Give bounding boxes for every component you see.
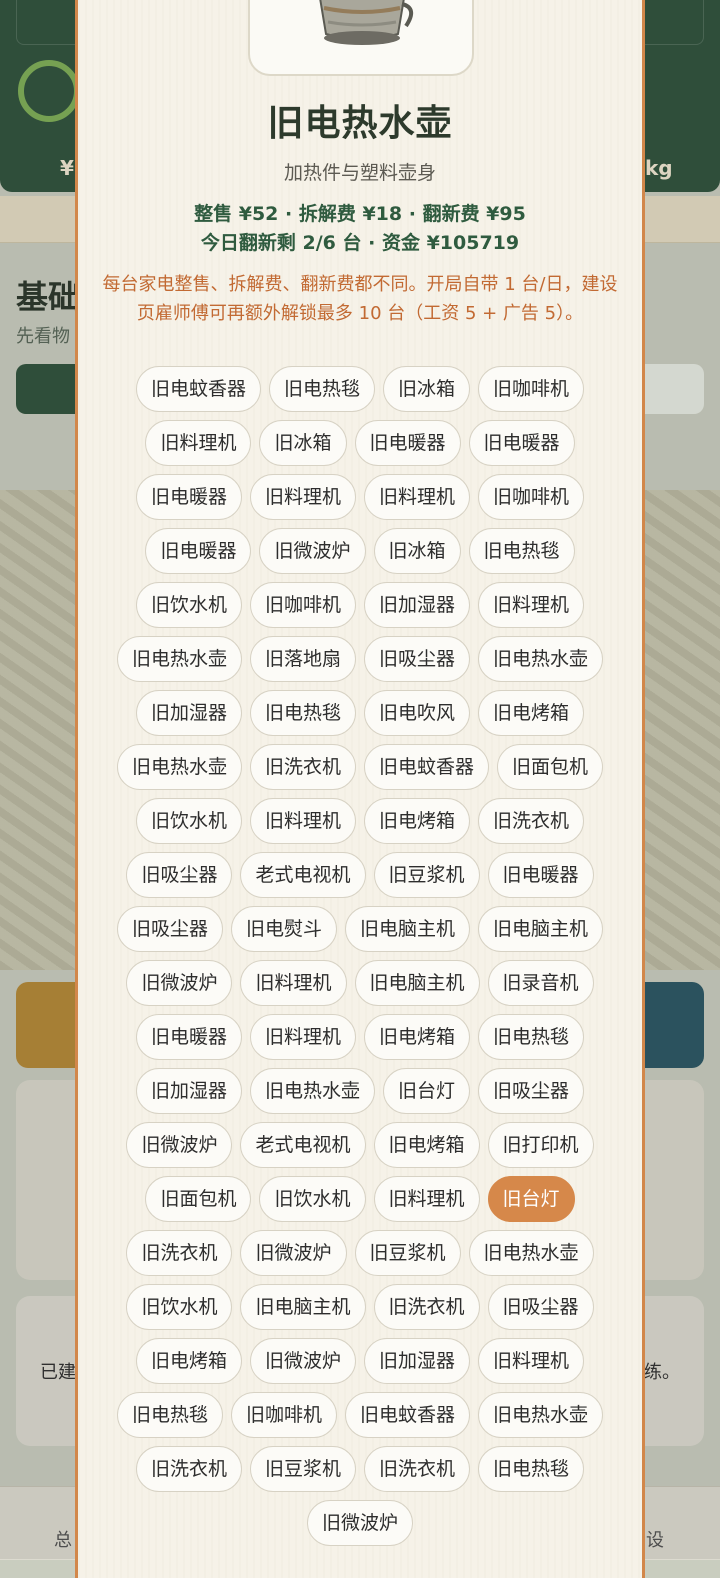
item-title: 旧电热水壶 [267, 103, 453, 144]
item-chip[interactable]: 旧吸尘器 [116, 906, 223, 952]
item-chip[interactable]: 旧冰箱 [373, 528, 461, 574]
item-chip[interactable]: 旧加湿器 [135, 1068, 242, 1114]
item-chip[interactable]: 旧电热水壶 [116, 744, 242, 790]
item-chip[interactable]: 旧电脑主机 [345, 906, 471, 952]
refurb-stats: 今日翻新剩 2/6 台 · 资金 ¥105719 [200, 232, 520, 254]
item-chip[interactable]: 旧咖啡机 [478, 366, 585, 412]
item-chip[interactable]: 旧电暖器 [145, 528, 252, 574]
item-chip[interactable]: 旧洗衣机 [135, 1446, 242, 1492]
item-chip[interactable]: 旧咖啡机 [478, 474, 585, 520]
item-chip[interactable]: 旧电热水壶 [249, 1068, 375, 1114]
item-chip-list: 旧电蚊香器 旧电热毯 旧冰箱 旧咖啡机 旧料理机 旧冰箱 旧电暖器 旧电暖器 旧电暖器 旧料理机旧… [112, 366, 608, 1546]
item-chip[interactable]: 旧电热毯 [249, 690, 356, 736]
item-chip[interactable]: 旧饮水机 [126, 1284, 233, 1330]
item-chip[interactable]: 旧电暖器 [487, 852, 594, 898]
item-chip[interactable]: 旧电热毯 [478, 1014, 585, 1060]
item-chip[interactable]: 旧豆浆机 [373, 852, 480, 898]
item-chip[interactable]: 旧饮水机 [259, 1176, 366, 1222]
item-chip[interactable]: 旧豆浆机 [354, 1230, 461, 1276]
item-chip[interactable]: 旧吸尘器 [478, 1068, 585, 1114]
item-chip[interactable]: 旧吸尘器 [126, 852, 233, 898]
item-chip[interactable]: 旧加湿器 [135, 690, 242, 736]
item-chip[interactable]: 旧电热水壶 [478, 636, 604, 682]
item-chip[interactable]: 旧料理机 [364, 474, 471, 520]
item-chip[interactable]: 旧电烤箱 [135, 1338, 242, 1384]
item-chip[interactable]: 旧电脑主机 [240, 1284, 366, 1330]
item-chip[interactable]: 旧电暖器 [135, 474, 242, 520]
item-chip[interactable]: 旧料理机 [478, 582, 585, 628]
item-chip[interactable]: 旧电暖器 [468, 420, 575, 466]
item-chip[interactable]: 旧吸尘器 [487, 1284, 594, 1330]
item-chip[interactable]: 旧微波炉 [126, 960, 233, 1006]
item-chip[interactable]: 旧冰箱 [383, 366, 471, 412]
item-chip[interactable]: 旧料理机 [249, 1014, 356, 1060]
item-chip[interactable]: 旧落地扇 [249, 636, 356, 682]
item-chip[interactable]: 旧加湿器 [364, 582, 471, 628]
item-chip[interactable]: 老式电视机 [240, 852, 366, 898]
item-chip[interactable]: 旧料理机 [249, 798, 356, 844]
item-chip[interactable]: 旧咖啡机 [249, 582, 356, 628]
item-chip[interactable]: 旧饮水机 [135, 582, 242, 628]
item-chip[interactable]: 旧微波炉 [240, 1230, 347, 1276]
item-chip[interactable]: 旧电热毯 [478, 1446, 585, 1492]
item-chip[interactable]: 旧电热毯 [268, 366, 375, 412]
item-chip[interactable]: 旧洗衣机 [373, 1284, 480, 1330]
item-chip[interactable]: 旧微波炉 [306, 1500, 413, 1546]
item-chip[interactable]: 旧电暖器 [135, 1014, 242, 1060]
item-chip[interactable]: 旧电脑主机 [478, 906, 604, 952]
item-chip-selected[interactable]: 旧台灯 [487, 1176, 575, 1222]
item-chip[interactable]: 旧洗衣机 [478, 798, 585, 844]
item-chip[interactable]: 旧电热毯 [116, 1392, 223, 1438]
item-chip[interactable]: 旧电蚊香器 [364, 744, 490, 790]
item-chip[interactable]: 旧洗衣机 [249, 744, 356, 790]
item-chip[interactable]: 旧咖啡机 [230, 1392, 337, 1438]
item-chip[interactable]: 旧微波炉 [249, 1338, 356, 1384]
item-chip[interactable]: 旧料理机 [478, 1338, 585, 1384]
item-chip[interactable]: 旧电烤箱 [373, 1122, 480, 1168]
item-chip[interactable]: 旧微波炉 [126, 1122, 233, 1168]
item-chip[interactable]: 旧电烤箱 [364, 1014, 471, 1060]
item-chip[interactable]: 旧豆浆机 [249, 1446, 356, 1492]
item-chip[interactable]: 旧料理机 [145, 420, 252, 466]
item-chip[interactable]: 旧录音机 [487, 960, 594, 1006]
item-chip[interactable]: 旧电热水壶 [478, 1392, 604, 1438]
price-stats: 整售 ¥52 · 拆解费 ¥18 · 翻新费 ¥95 [194, 203, 526, 225]
item-chip[interactable]: 旧洗衣机 [126, 1230, 233, 1276]
item-chip[interactable]: 旧台灯 [383, 1068, 471, 1114]
item-chip[interactable]: 旧电暖器 [354, 420, 461, 466]
item-description: 加热件与塑料壶身 [283, 162, 436, 184]
item-chip[interactable]: 旧电吹风 [364, 690, 471, 736]
item-chip[interactable]: 旧面包机 [145, 1176, 252, 1222]
item-chip[interactable]: 旧电脑主机 [354, 960, 480, 1006]
info-note: 每台家电整售、拆解费、翻新费都不同。开局自带 1 台/日，建设页雇师傅可再额外解… [102, 274, 618, 324]
item-chip[interactable]: 旧洗衣机 [364, 1446, 471, 1492]
item-chip[interactable]: 旧料理机 [240, 960, 347, 1006]
item-chip[interactable]: 旧面包机 [497, 744, 604, 790]
item-chip[interactable]: 老式电视机 [240, 1122, 366, 1168]
item-chip[interactable]: 旧饮水机 [135, 798, 242, 844]
item-chip[interactable]: 旧电烤箱 [364, 798, 471, 844]
item-chip[interactable]: 旧电蚊香器 [135, 366, 261, 412]
item-chip[interactable]: 旧微波炉 [259, 528, 366, 574]
item-chip[interactable]: 旧电烤箱 [478, 690, 585, 736]
item-chip[interactable]: 旧电热水壶 [468, 1230, 594, 1276]
kettle-icon [319, 0, 414, 45]
item-chip[interactable]: 旧电熨斗 [230, 906, 337, 952]
item-chip[interactable]: 旧吸尘器 [364, 636, 471, 682]
item-chip[interactable]: 旧电热水壶 [116, 636, 242, 682]
item-chip[interactable]: 旧冰箱 [259, 420, 347, 466]
item-stats: 整售 ¥52 · 拆解费 ¥18 · 翻新费 ¥95 今日翻新剩 2/6 台 ·… [0, 200, 720, 258]
item-chip[interactable]: 旧打印机 [487, 1122, 594, 1168]
item-thumbnail [248, 0, 474, 76]
item-chip[interactable]: 旧电热毯 [468, 528, 575, 574]
item-chip[interactable]: 旧加湿器 [364, 1338, 471, 1384]
item-chip[interactable]: 旧电蚊香器 [345, 1392, 471, 1438]
item-chip[interactable]: 旧料理机 [373, 1176, 480, 1222]
item-chip[interactable]: 旧料理机 [249, 474, 356, 520]
